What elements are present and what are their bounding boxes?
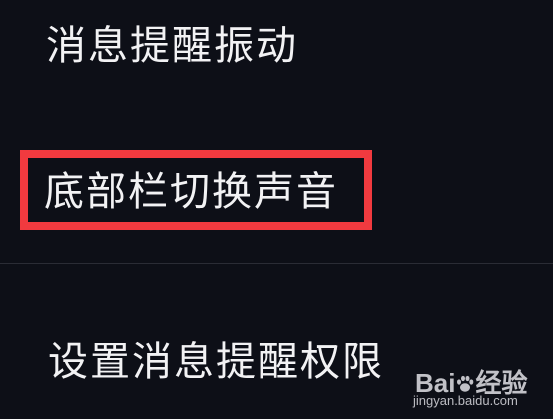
setting-item-tabbar-sound[interactable]: 底部栏切换声音 [0, 150, 553, 242]
setting-label: 消息提醒振动 [46, 23, 298, 69]
divider [0, 263, 553, 264]
baidu-jingyan-watermark: Bai 经验 jingyan.baidu.com [405, 357, 545, 413]
setting-item-message-vibrate[interactable]: 消息提醒振动 [0, 18, 553, 78]
setting-label: 底部栏切换声音 [44, 169, 338, 215]
watermark-url: jingyan.baidu.com [413, 393, 518, 408]
setting-label: 设置消息提醒权限 [48, 339, 384, 385]
settings-screen: 消息提醒振动 底部栏切换声音 设置消息提醒权限 Bai 经验 jingyan.b… [0, 0, 553, 419]
paw-icon [457, 375, 474, 392]
